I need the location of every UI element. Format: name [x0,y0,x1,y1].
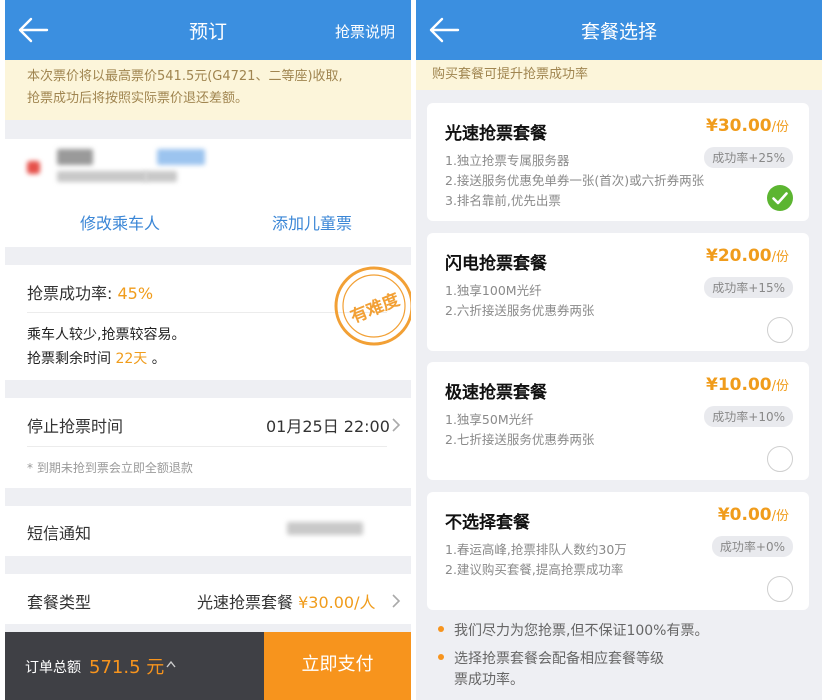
package-type-price: ¥30.00/人 [298,593,376,612]
radio-empty-icon[interactable] [767,446,793,472]
package-name: 闪电抢票套餐 [445,254,547,274]
passenger-id-blurred [57,171,147,182]
passenger-extra-blurred [145,171,177,182]
package-price-unit: /份 [771,509,789,524]
package-feature: 3.排名靠前,优先出票 [445,193,561,208]
disclaimer-item: 选择抢票套餐会配备相应套餐等级 [438,649,664,670]
radio-empty-icon[interactable] [767,317,793,343]
package-price-value: ¥0.00 [717,505,772,525]
stop-time-value: 01月25日 22:00 [266,417,390,436]
price-notice: 本次票价将以最高票价541.5元(G4721、二等座)收取, 抢票成功后将按照实… [5,60,411,120]
success-rate-badge: 成功率+15% [704,277,793,298]
passenger-avatar [27,161,40,174]
package-type-value: 光速抢票套餐 ¥30.00/人 [197,589,376,613]
refund-note: * 到期未抢到票会立即全额退款 [27,461,193,475]
package-notice: 购买套餐可提升抢票成功率 [416,60,822,90]
package-card-none[interactable]: 不选择套餐 ¥0.00/份 成功率+0% 1.春运高峰,抢票排队人数约30万 2… [427,492,809,610]
stamp-text: 有难度 [347,289,403,328]
success-rate-badge: 成功率+25% [704,147,793,168]
stop-time-label: 停止抢票时间 [27,417,124,436]
package-card-lightning[interactable]: 闪电抢票套餐 ¥20.00/份 成功率+15% 1.独享100M光纤 2.六折接… [427,233,809,351]
order-total-value: 571.5 元 [89,657,165,678]
sms-label: 短信通知 [27,524,92,543]
add-child-ticket-button[interactable]: 添加儿童票 [272,210,352,234]
price-notice-line1: 本次票价将以最高票价541.5元(G4721、二等座)收取, [27,69,343,84]
package-price: ¥30.00/份 [706,116,789,136]
remaining-suffix: 。 [147,351,166,367]
pay-now-button[interactable]: 立即支付 [264,632,411,700]
page-title: 套餐选择 [580,21,657,43]
package-header: 套餐选择 [416,0,822,60]
sms-phone-blurred [287,522,363,535]
disclaimer-text-continued: 票成功率。 [454,672,524,688]
package-name: 极速抢票套餐 [445,383,547,403]
disclaimer-item: 我们尽力为您抢票,但不保证100%有票。 [438,621,708,642]
chevron-up-icon [166,660,176,668]
package-card-express[interactable]: 极速抢票套餐 ¥10.00/份 成功率+10% 1.独享50M光纤 2.七折接送… [427,362,809,480]
bullet-dot [438,626,444,632]
package-feature: 1.独享100M光纤 [445,283,542,298]
grab-info-link[interactable]: 抢票说明 [335,21,395,42]
chevron-right-icon [392,594,401,608]
package-name: 不选择套餐 [445,513,530,533]
chevron-right-icon [392,418,401,432]
package-price-unit: /份 [771,379,789,394]
package-price-unit: /份 [771,120,789,135]
package-feature: 2.七折接送服务优惠券两张 [445,432,595,447]
package-feature: 2.建议购买套餐,提高抢票成功率 [445,562,624,577]
radio-empty-icon[interactable] [767,576,793,602]
order-total[interactable]: 订单总额 571.5 元 [5,632,264,700]
package-card-lightspeed[interactable]: 光速抢票套餐 ¥30.00/份 成功率+25% 1.独立抢票专属服务器 2.接送… [427,103,809,221]
difficulty-note: 乘车人较少,抢票较容易。 [27,327,186,343]
package-price-unit: /份 [771,250,789,265]
package-type-name: 光速抢票套餐 [197,593,294,612]
success-rate-badge: 成功率+10% [704,406,793,427]
package-feature: 1.独享50M光纤 [445,412,534,427]
price-notice-line2: 抢票成功后将按照实际票价退还差额。 [27,91,249,106]
passenger-type-blurred [157,149,205,165]
package-type-label: 套餐类型 [27,593,92,612]
difficulty-stamp: 有难度 [334,266,411,346]
remaining-time: 抢票剩余时间 22天 。 [27,348,166,368]
booking-screen: 预订 抢票说明 本次票价将以最高票价541.5元(G4721、二等座)收取, 抢… [5,0,411,700]
package-price-value: ¥10.00 [706,375,772,395]
bullet-dot [438,654,444,660]
package-feature: 2.六折接送服务优惠券两张 [445,303,595,318]
package-feature: 2.接送服务优惠免单券一张(首次)或六折券两张 [445,173,705,188]
disclaimer-text: 选择抢票套餐会配备相应套餐等级 [454,651,664,667]
checkout-bar: 订单总额 571.5 元 立即支付 [5,632,411,700]
package-price: ¥0.00/份 [718,505,789,525]
disclaimer-text: 我们尽力为您抢票,但不保证100%有票。 [454,623,709,639]
success-rate-badge: 成功率+0% [711,536,793,557]
package-feature: 1.春运高峰,抢票排队人数约30万 [445,542,627,557]
success-rate-value: 45% [117,284,154,303]
passenger-name-blurred [57,149,93,165]
modify-passenger-button[interactable]: 修改乘车人 [80,210,160,234]
package-feature: 1.独立抢票专属服务器 [445,153,570,168]
divider [27,446,387,447]
remaining-value: 22天 [115,351,148,367]
order-total-label: 订单总额 [25,660,81,676]
remaining-label: 抢票剩余时间 [27,351,116,367]
booking-header: 预订 抢票说明 [5,0,411,60]
package-name: 光速抢票套餐 [445,124,547,144]
package-price: ¥10.00/份 [706,375,789,395]
check-circle-icon[interactable] [767,185,793,211]
package-selection-screen: 套餐选择 购买套餐可提升抢票成功率 光速抢票套餐 ¥30.00/份 成功率+25… [416,0,822,700]
success-rate-label: 抢票成功率: [27,284,118,303]
success-rate: 抢票成功率: 45% [27,280,153,304]
package-price-value: ¥30.00 [706,116,772,136]
screenshot-root: 预订 抢票说明 本次票价将以最高票价541.5元(G4721、二等座)收取, 抢… [0,0,826,700]
package-price-value: ¥20.00 [706,246,772,266]
package-price: ¥20.00/份 [706,246,789,266]
